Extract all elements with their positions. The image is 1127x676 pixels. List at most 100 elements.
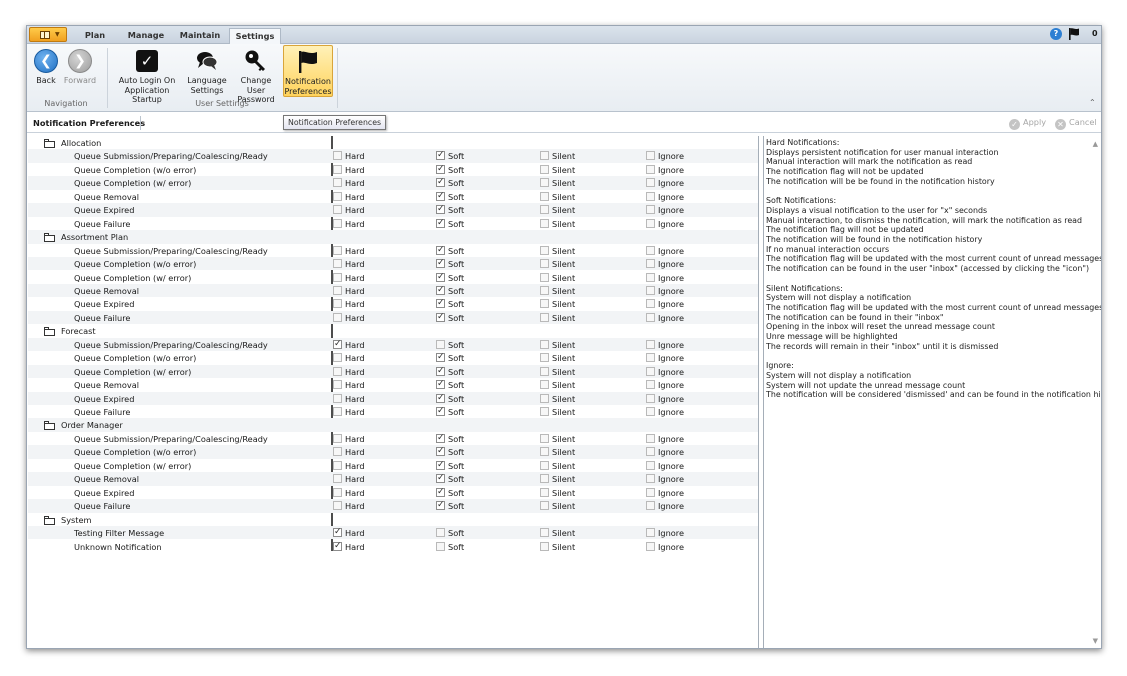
option-label: Silent bbox=[552, 272, 576, 283]
language-label-line1: Language bbox=[187, 76, 227, 85]
preference-row: Queue Expired Hard ✓ Soft Silent Ignore bbox=[28, 486, 758, 499]
help-line: The notification will be considered 'dis… bbox=[766, 390, 1102, 400]
checkbox-checked-icon: ✓ bbox=[436, 217, 445, 228]
option-label: Silent bbox=[552, 151, 576, 162]
option-label: Hard bbox=[345, 393, 365, 404]
key-icon bbox=[245, 50, 265, 71]
checkbox-unchecked-icon bbox=[333, 380, 342, 390]
option-label: Silent bbox=[552, 366, 576, 377]
help-line: The notification will be be found in the… bbox=[766, 176, 995, 186]
checkbox-unchecked-icon bbox=[333, 151, 342, 161]
option-label: Silent bbox=[552, 218, 576, 229]
category-row[interactable]: Order Manager bbox=[28, 418, 758, 432]
navigation-group-label: Navigation bbox=[44, 99, 88, 108]
checkbox-unchecked-icon bbox=[333, 474, 342, 484]
application-menu-button[interactable]: ▼ bbox=[29, 27, 67, 42]
tab-plan[interactable]: Plan bbox=[75, 28, 115, 44]
checkbox-checked-icon: ✓ bbox=[436, 365, 445, 376]
option-label: Soft bbox=[448, 299, 465, 310]
category-label: Order Manager bbox=[61, 420, 123, 431]
preference-label: Queue Expired bbox=[74, 299, 135, 310]
option-label: Silent bbox=[552, 285, 576, 296]
speech-bubbles-icon bbox=[197, 52, 218, 70]
checkbox-unchecked-icon bbox=[646, 460, 655, 470]
option-label: Ignore bbox=[658, 393, 685, 404]
help-panel[interactable]: Hard Notifications: Displays persistent n… bbox=[763, 136, 1101, 648]
tab-settings[interactable]: Settings bbox=[229, 28, 281, 45]
option-label: Hard bbox=[345, 205, 365, 216]
preference-row: Queue Completion (w/o error) Hard ✓ Soft Sil… bbox=[28, 445, 758, 459]
help-line: Displays a visual notification to the us… bbox=[766, 205, 988, 215]
help-line: The records will remain in their "inbox"… bbox=[766, 341, 999, 351]
option-label: Ignore bbox=[658, 218, 685, 229]
help-spacer bbox=[766, 187, 1086, 197]
option-label: Soft bbox=[448, 272, 465, 283]
checkbox-unchecked-icon bbox=[333, 501, 342, 511]
category-row[interactable]: System bbox=[28, 513, 758, 526]
help-icon[interactable]: ? bbox=[1050, 28, 1062, 40]
option-label: Soft bbox=[448, 407, 465, 417]
checkbox-unchecked-icon bbox=[333, 285, 342, 295]
preference-row: Testing Filter Message ✓ Hard Soft Silent Ign… bbox=[28, 526, 758, 540]
auto-login-button[interactable]: ✓ Auto Login On Application Startup bbox=[111, 45, 183, 104]
category-label: Allocation bbox=[61, 138, 102, 148]
option-label: Soft bbox=[448, 541, 465, 552]
checkbox-checked-icon: ✓ bbox=[436, 352, 445, 363]
option-label: Ignore bbox=[658, 407, 685, 417]
cancel-label: Cancel bbox=[1069, 117, 1097, 127]
help-line: The notification can be found in the use… bbox=[766, 264, 1090, 274]
checkbox-unchecked-icon bbox=[646, 393, 655, 403]
preference-row: Queue Removal Hard ✓ Soft Silent Ignore bbox=[28, 378, 758, 391]
preference-row: Queue Completion (w/o error) Hard ✓ Soft Sil… bbox=[28, 163, 758, 176]
apply-label: Apply bbox=[1023, 117, 1047, 127]
option-label: Soft bbox=[448, 218, 465, 229]
back-button[interactable]: ❮ Back bbox=[31, 45, 61, 97]
checkbox-unchecked-icon bbox=[540, 433, 549, 443]
checkbox-unchecked-icon bbox=[540, 541, 549, 551]
cancel-button[interactable]: ✕ Cancel bbox=[1055, 117, 1097, 130]
option-label: Ignore bbox=[658, 272, 685, 283]
checkbox-checked-icon: ✓ bbox=[436, 163, 445, 174]
preference-label: Queue Completion (w/ error) bbox=[74, 366, 192, 377]
tab-maintain[interactable]: Maintain bbox=[175, 28, 225, 44]
ribbon: ❮ Back ❯ Forward Navigation ✓ Auto Login… bbox=[27, 44, 1101, 112]
scroll-up-icon[interactable]: ▲ bbox=[1093, 140, 1098, 148]
category-row[interactable]: Assortment Plan bbox=[28, 230, 758, 244]
help-line: The notification can be found in their "… bbox=[766, 312, 944, 322]
help-line: Soft Notifications: bbox=[766, 196, 837, 206]
chevron-down-icon: ▼ bbox=[55, 31, 60, 38]
forward-button[interactable]: ❯ Forward bbox=[63, 45, 97, 97]
option-label: Soft bbox=[448, 285, 465, 296]
apply-button[interactable]: ✓ Apply bbox=[1009, 117, 1046, 130]
preference-row: Queue Completion (w/ error) Hard ✓ Soft Sile… bbox=[28, 459, 758, 472]
notification-flag-icon[interactable] bbox=[1067, 27, 1081, 41]
help-line: Ignore: bbox=[766, 361, 794, 371]
flag-icon bbox=[299, 51, 317, 73]
scroll-down-icon[interactable]: ▼ bbox=[1093, 637, 1098, 645]
tab-manage[interactable]: Manage bbox=[121, 28, 171, 44]
preference-label: Queue Completion (w/o error) bbox=[74, 447, 197, 458]
checkbox-checked-icon: ✓ bbox=[436, 486, 445, 497]
checkbox-unchecked-icon bbox=[333, 407, 342, 416]
notification-preferences-button[interactable]: Notification Preferences bbox=[283, 45, 333, 97]
user-settings-group-label: User Settings bbox=[195, 99, 249, 108]
preference-label: Queue Completion (w/o error) bbox=[74, 164, 197, 175]
preference-row: Queue Failure Hard ✓ Soft Silent Ignore bbox=[28, 217, 758, 230]
checkbox-unchecked-icon bbox=[646, 366, 655, 376]
category-row[interactable]: Forecast bbox=[28, 324, 758, 337]
checkbox-unchecked-icon bbox=[540, 447, 549, 457]
checkbox-unchecked-icon bbox=[333, 393, 342, 403]
language-settings-button[interactable]: Language Settings bbox=[185, 45, 229, 97]
option-label: Hard bbox=[345, 541, 365, 552]
option-label: Hard bbox=[345, 447, 365, 458]
checkbox-unchecked-icon bbox=[646, 164, 655, 174]
change-password-button[interactable]: Change User Password bbox=[231, 45, 281, 104]
checkbox-checked-icon: ✓ bbox=[436, 190, 445, 201]
collapse-ribbon-icon[interactable]: ⌃ bbox=[1089, 98, 1096, 107]
help-line: The notification flag will not be update… bbox=[766, 167, 924, 177]
option-label: Silent bbox=[552, 528, 576, 539]
category-row[interactable]: Allocation bbox=[28, 136, 758, 149]
option-label: Soft bbox=[448, 433, 465, 444]
option-label: Ignore bbox=[658, 164, 685, 175]
preference-label: Queue Submission/Preparing/Coalescing/Re… bbox=[74, 339, 268, 350]
